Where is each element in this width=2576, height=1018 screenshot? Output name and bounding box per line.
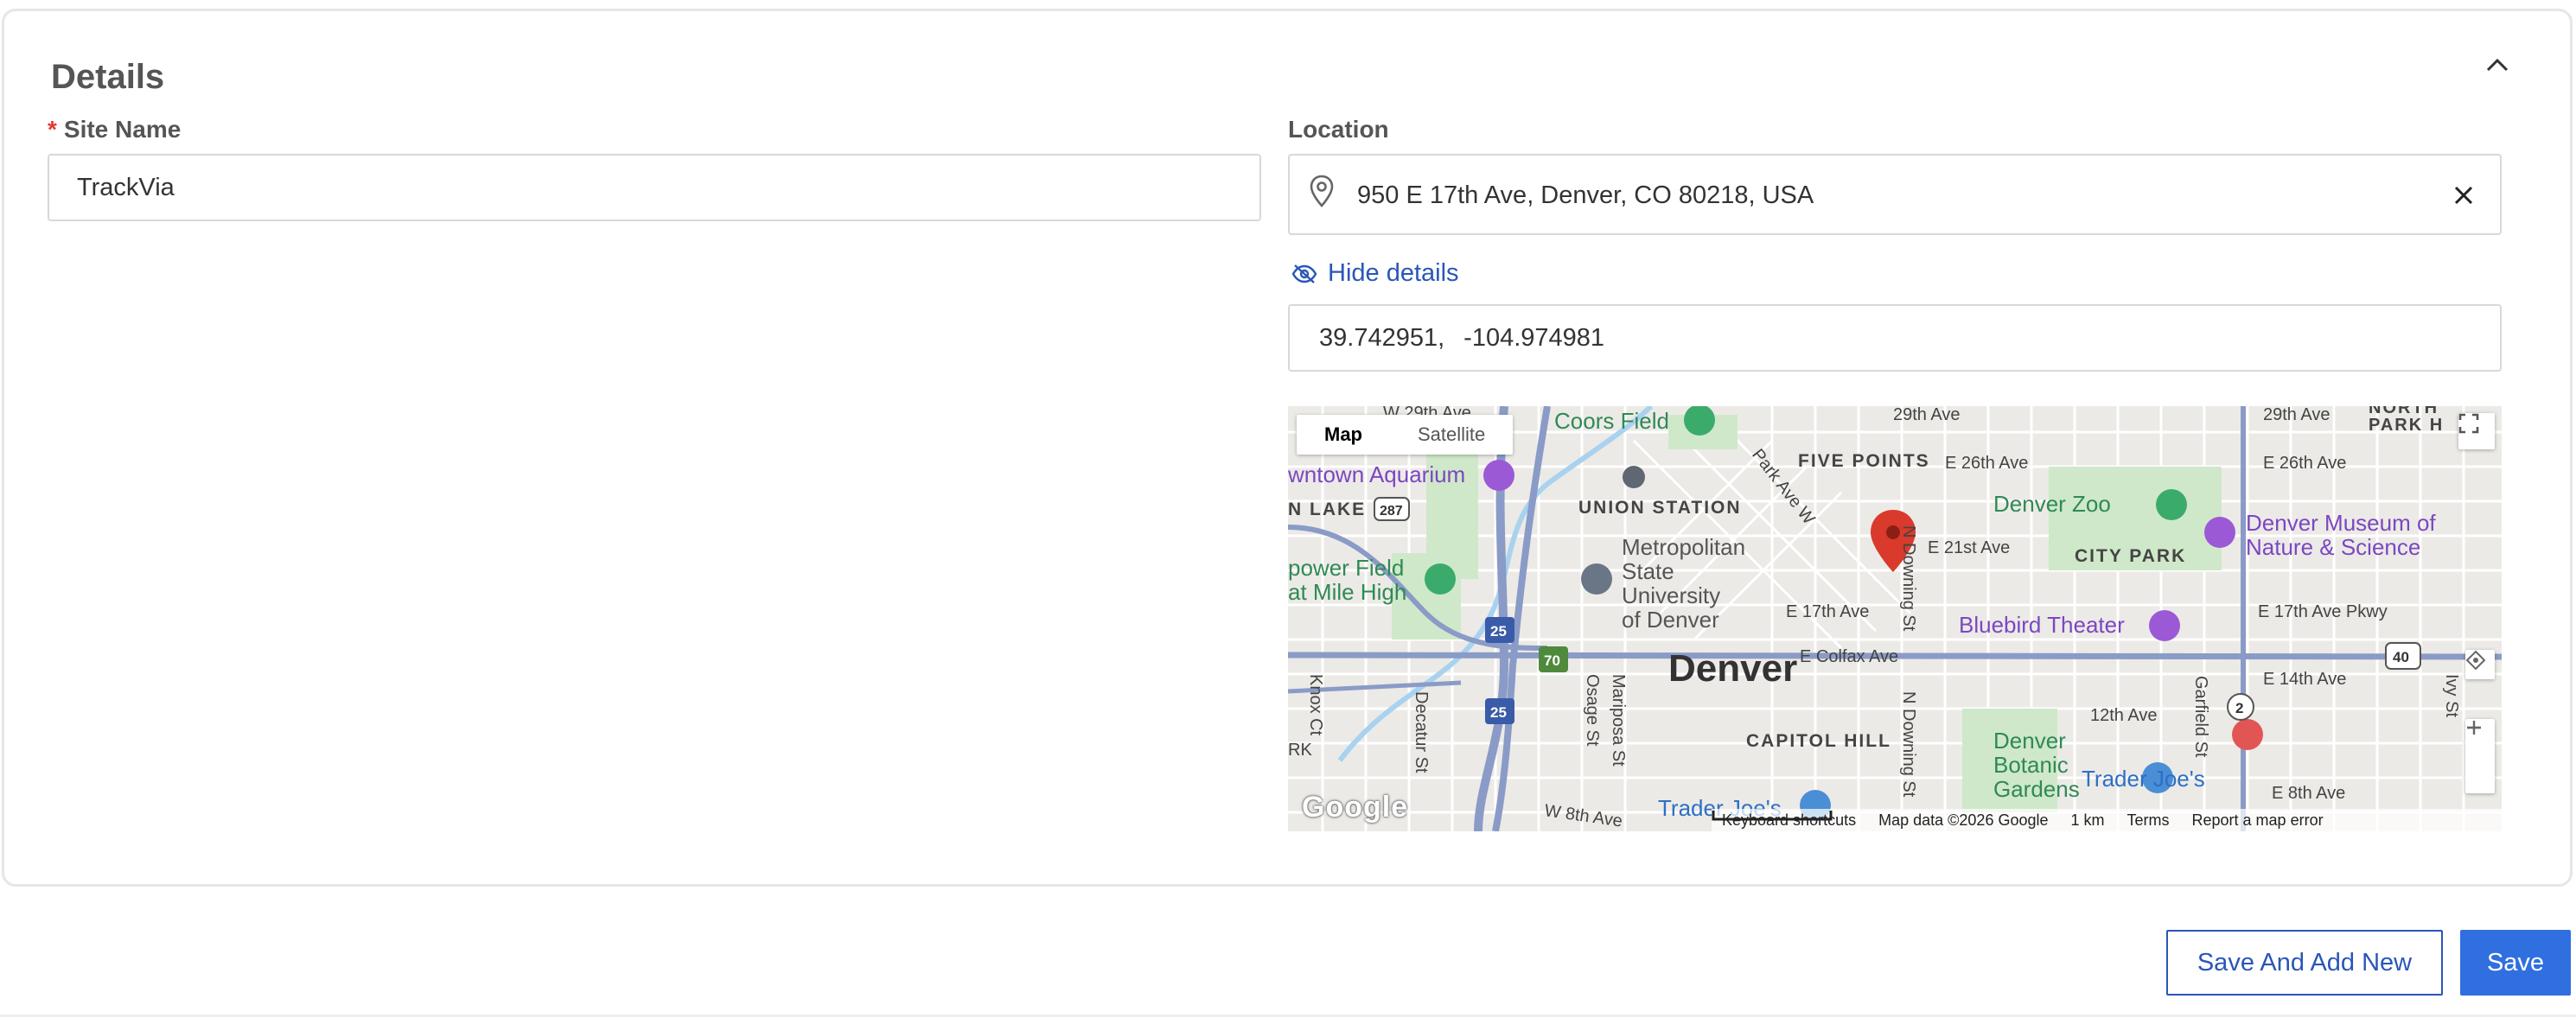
- svg-text:Knox Ct: Knox Ct: [1306, 674, 1325, 736]
- svg-text:FIVE POINTS: FIVE POINTS: [1798, 451, 1930, 471]
- svg-text:Ivy St: Ivy St: [2442, 674, 2461, 717]
- svg-text:25: 25: [1490, 623, 1507, 639]
- collapse-button[interactable]: [2475, 48, 2520, 82]
- report-error-link[interactable]: Report a map error: [2192, 811, 2324, 830]
- svg-text:E 26th Ave: E 26th Ave: [1945, 454, 2028, 473]
- svg-text:Coors Field: Coors Field: [1554, 408, 1669, 434]
- fullscreen-button[interactable]: [2458, 413, 2495, 449]
- svg-text:UNION STATION: UNION STATION: [1578, 498, 1742, 518]
- svg-text:Bluebird Theater: Bluebird Theater: [1959, 612, 2125, 638]
- svg-text:PARK H: PARK H: [2369, 416, 2444, 435]
- svg-text:Trader Joe's: Trader Joe's: [2082, 766, 2205, 792]
- map-type-satellite-button[interactable]: Satellite: [1390, 415, 1513, 455]
- location-pin-icon: [1310, 175, 1334, 207]
- svg-text:70: 70: [1544, 652, 1560, 669]
- svg-text:Botanic: Botanic: [1993, 752, 2069, 778]
- section-title: Details: [51, 58, 165, 96]
- svg-text:29th Ave: 29th Ave: [2263, 406, 2330, 424]
- coordinates-field[interactable]: 39.742951, -104.974981: [1288, 304, 2502, 372]
- map-data-attribution: Map data ©2026 Google: [1878, 811, 2049, 829]
- latitude-value: 39.742951,: [1319, 323, 1445, 352]
- svg-text:Garfield St: Garfield St: [2191, 676, 2210, 758]
- hide-details-link[interactable]: Hide details: [1291, 259, 1459, 288]
- svg-text:Metropolitan: Metropolitan: [1622, 534, 1745, 560]
- map-type-control: Map Satellite: [1297, 415, 1514, 455]
- svg-text:25: 25: [1490, 704, 1507, 721]
- svg-text:State: State: [1622, 558, 1674, 584]
- my-location-button[interactable]: [2465, 650, 2495, 679]
- svg-text:Nature & Science: Nature & Science: [2246, 534, 2420, 560]
- map-footer: Keyboard shortcuts Map data ©2026 Google…: [1712, 809, 2502, 831]
- zoom-control: [2465, 719, 2495, 793]
- svg-text:University: University: [1622, 582, 1720, 608]
- google-logo: Google: [1302, 791, 1409, 824]
- site-name-input[interactable]: TrackVia: [48, 154, 1261, 221]
- svg-text:Denver: Denver: [1993, 728, 2066, 754]
- required-marker: *: [48, 116, 57, 143]
- location-label: Location: [1288, 116, 1389, 143]
- svg-text:CITY PARK: CITY PARK: [2075, 546, 2186, 566]
- svg-text:N LAKE: N LAKE: [1288, 499, 1366, 519]
- svg-text:Gardens: Gardens: [1993, 776, 2080, 802]
- svg-text:of Denver: of Denver: [1622, 607, 1719, 633]
- svg-text:E 17th Ave Pkwy: E 17th Ave Pkwy: [2258, 602, 2388, 621]
- svg-text:N Downing St: N Downing St: [1899, 525, 1918, 632]
- svg-text:N Downing St: N Downing St: [1899, 691, 1918, 798]
- svg-text:CAPITOL HILL: CAPITOL HILL: [1746, 731, 1891, 751]
- scale-bar: [1712, 811, 1833, 821]
- svg-text:RK: RK: [1288, 741, 1312, 760]
- minus-icon: [2467, 726, 2481, 729]
- svg-text:2: 2: [2235, 700, 2243, 716]
- svg-text:at Mile High: at Mile High: [1288, 579, 1406, 605]
- svg-text:Denver Museum of: Denver Museum of: [2246, 510, 2436, 536]
- svg-text:12th Ave: 12th Ave: [2090, 706, 2157, 725]
- svg-text:E 21st Ave: E 21st Ave: [1928, 538, 2010, 557]
- crosshair-icon: [2465, 650, 2486, 671]
- map-label-city: Denver: [1668, 647, 1797, 690]
- map-scale: 1 km: [1712, 811, 2105, 830]
- svg-text:E 14th Ave: E 14th Ave: [2263, 670, 2346, 689]
- terms-link[interactable]: Terms: [2127, 811, 2170, 830]
- svg-text:E 17th Ave: E 17th Ave: [1786, 602, 1869, 621]
- svg-text:Denver Zoo: Denver Zoo: [1993, 491, 2111, 517]
- map-canvas: Denver UNION STATION FIVE POINTS CITY PA…: [1288, 406, 2502, 831]
- svg-text:wntown Aquarium: wntown Aquarium: [1288, 461, 1465, 487]
- svg-text:Osage St: Osage St: [1583, 674, 1602, 747]
- svg-text:power Field: power Field: [1288, 555, 1404, 581]
- fullscreen-icon: [2458, 413, 2479, 434]
- longitude-value: -104.974981: [1463, 323, 1605, 352]
- map-type-map-button[interactable]: Map: [1297, 415, 1390, 455]
- location-map[interactable]: Denver UNION STATION FIVE POINTS CITY PA…: [1288, 406, 2502, 831]
- svg-text:287: 287: [1380, 504, 1403, 519]
- svg-text:Decatur St: Decatur St: [1412, 691, 1431, 773]
- location-input[interactable]: 950 E 17th Ave, Denver, CO 80218, USA: [1288, 154, 2502, 235]
- svg-text:40: 40: [2393, 649, 2409, 665]
- svg-text:Mariposa St: Mariposa St: [1609, 674, 1628, 767]
- site-name-label: * Site Name: [48, 116, 182, 143]
- eye-off-icon: [1291, 264, 1317, 283]
- svg-text:E 26th Ave: E 26th Ave: [2263, 454, 2346, 473]
- svg-text:29th Ave: 29th Ave: [1893, 406, 1960, 424]
- location-value: 950 E 17th Ave, Denver, CO 80218, USA: [1357, 181, 1814, 209]
- save-button[interactable]: Save: [2460, 930, 2571, 996]
- clear-location-button[interactable]: [2446, 178, 2481, 213]
- close-icon: [2454, 186, 2473, 205]
- svg-text:E 8th Ave: E 8th Ave: [2272, 784, 2345, 803]
- save-and-add-new-button[interactable]: Save And Add New: [2166, 930, 2443, 996]
- svg-text:E Colfax Ave: E Colfax Ave: [1800, 647, 1898, 666]
- footer-divider: [0, 1015, 2576, 1017]
- chevron-up-icon: [2486, 58, 2509, 72]
